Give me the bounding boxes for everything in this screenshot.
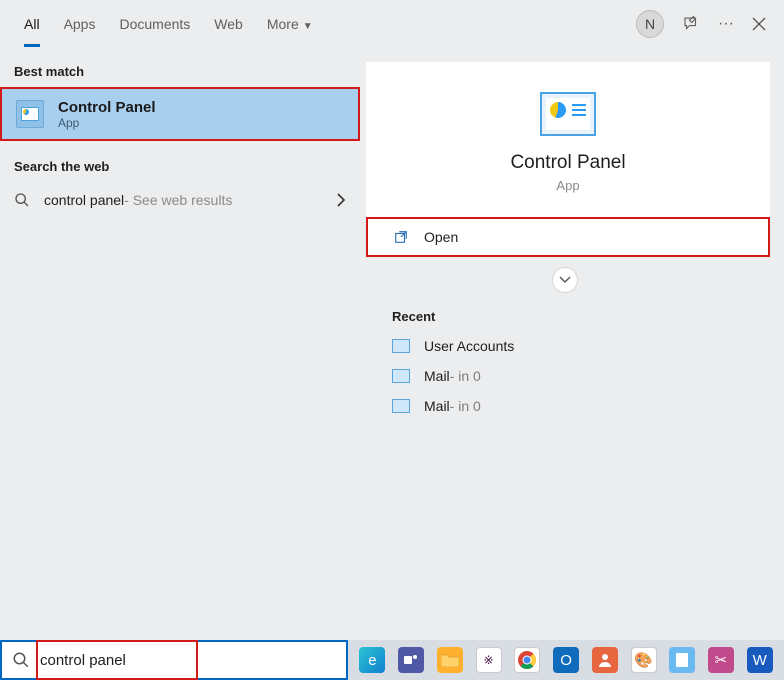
taskbar-app-outlook[interactable]: O [548,643,585,677]
web-query-text: control panel [44,192,124,208]
taskbar-app-edge[interactable]: e [354,643,391,677]
web-query-suffix: - See web results [124,192,232,208]
chevron-down-icon: ▼ [303,21,313,32]
recent-item-title: User Accounts [424,338,514,354]
user-avatar[interactable]: N [636,10,664,38]
taskbar-app-file-explorer[interactable] [431,643,468,677]
tab-more[interactable]: More▼ [267,2,313,47]
result-title: Control Panel [58,99,156,116]
taskbar-app-profile[interactable] [586,643,623,677]
taskbar-app-snipping[interactable]: ✂ [703,643,740,677]
chevron-right-icon [336,193,346,207]
chevron-down-icon[interactable] [552,267,578,293]
recent-panel: Recent User Accounts Mail - in 0 Mail - … [366,303,770,434]
expand-actions [360,267,770,293]
settings-window-icon [392,339,410,353]
search-input[interactable] [40,652,346,669]
taskbar-app-chrome[interactable] [509,643,546,677]
control-panel-large-icon [540,92,596,136]
recent-item-title: Mail [424,368,450,384]
taskbar-app-notepad[interactable] [664,643,701,677]
taskbar-app-slack[interactable]: ※ [470,643,507,677]
tab-documents[interactable]: Documents [119,2,190,47]
app-actions: Open [366,217,770,257]
recent-item-suffix: - in 0 [450,398,481,414]
windows-search-panel: All Apps Documents Web More▼ N ··· Best … [0,0,784,640]
control-panel-icon [16,100,44,128]
open-action[interactable]: Open [366,217,770,257]
search-icon [14,192,30,208]
taskbar-app-paint[interactable]: 🎨 [625,643,662,677]
preview-subtitle: App [556,178,579,193]
recent-item-suffix: - in 0 [450,368,481,384]
web-search-result[interactable]: control panel - See web results [0,182,360,218]
search-icon [12,651,30,669]
feedback-icon[interactable] [682,15,700,33]
open-label: Open [424,229,458,245]
search-header: All Apps Documents Web More▼ N ··· [0,0,784,48]
close-icon[interactable] [752,17,766,31]
recent-item-user-accounts[interactable]: User Accounts [392,338,744,354]
taskbar-app-teams[interactable] [393,643,430,677]
taskbar: e ※ O 🎨 ✂ W [348,640,784,680]
settings-window-icon [392,399,410,413]
taskbar-search-box[interactable] [0,640,348,680]
result-subtitle: App [58,116,156,130]
results-column: Best match Control Panel App Search the … [0,48,360,640]
best-match-label: Best match [0,60,360,87]
filter-tabs: All Apps Documents Web More▼ [10,2,313,47]
open-icon [394,230,408,244]
recent-item-title: Mail [424,398,450,414]
tab-apps[interactable]: Apps [64,2,96,47]
preview-title: Control Panel [510,152,625,174]
result-control-panel[interactable]: Control Panel App [0,87,360,141]
preview-column: Control Panel App Open Recent [360,48,784,640]
tab-all[interactable]: All [24,2,40,47]
recent-item-mail-1[interactable]: Mail - in 0 [392,368,744,384]
search-web-label: Search the web [0,155,360,182]
taskbar-app-word[interactable]: W [741,643,778,677]
recent-label: Recent [392,309,744,324]
recent-item-mail-2[interactable]: Mail - in 0 [392,398,744,414]
header-actions: N ··· [636,10,774,38]
more-options-icon[interactable]: ··· [718,15,734,33]
app-preview-card: Control Panel App [366,62,770,217]
tab-web[interactable]: Web [214,2,243,47]
settings-window-icon [392,369,410,383]
